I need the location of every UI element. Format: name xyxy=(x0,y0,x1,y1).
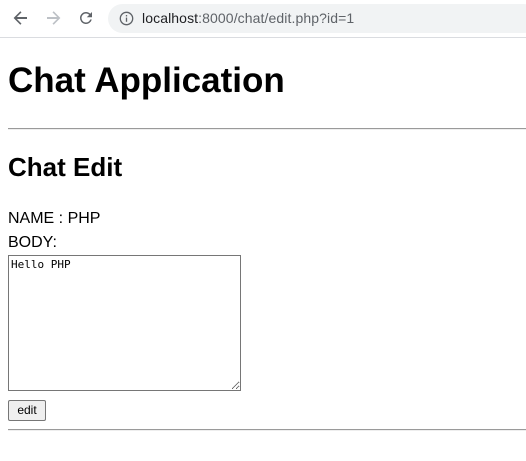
reload-icon xyxy=(79,11,92,24)
divider-bottom xyxy=(8,429,526,431)
page-title: Chat Application xyxy=(8,61,285,100)
name-display: NAME : PHP xyxy=(8,210,101,227)
address-bar[interactable]: localhost:8000/chat/edit.php?id=1 xyxy=(108,4,526,33)
info-icon[interactable] xyxy=(119,11,134,26)
forward-arrow-icon xyxy=(47,11,61,25)
reload-button[interactable] xyxy=(72,4,100,32)
forward-button[interactable] xyxy=(39,4,67,32)
back-arrow-icon xyxy=(13,11,27,25)
back-button[interactable] xyxy=(7,4,35,32)
url-host: localhost xyxy=(142,10,199,26)
edit-button[interactable]: edit xyxy=(8,400,46,421)
section-title: Chat Edit xyxy=(8,152,123,182)
body-textarea[interactable]: Hello PHP xyxy=(8,255,241,391)
divider-top xyxy=(8,128,526,130)
body-label: BODY: xyxy=(8,234,57,251)
url-path: :8000/chat/edit.php?id=1 xyxy=(198,10,355,26)
url-text[interactable]: localhost:8000/chat/edit.php?id=1 xyxy=(142,10,354,27)
browser-toolbar: localhost:8000/chat/edit.php?id=1 xyxy=(0,0,526,38)
